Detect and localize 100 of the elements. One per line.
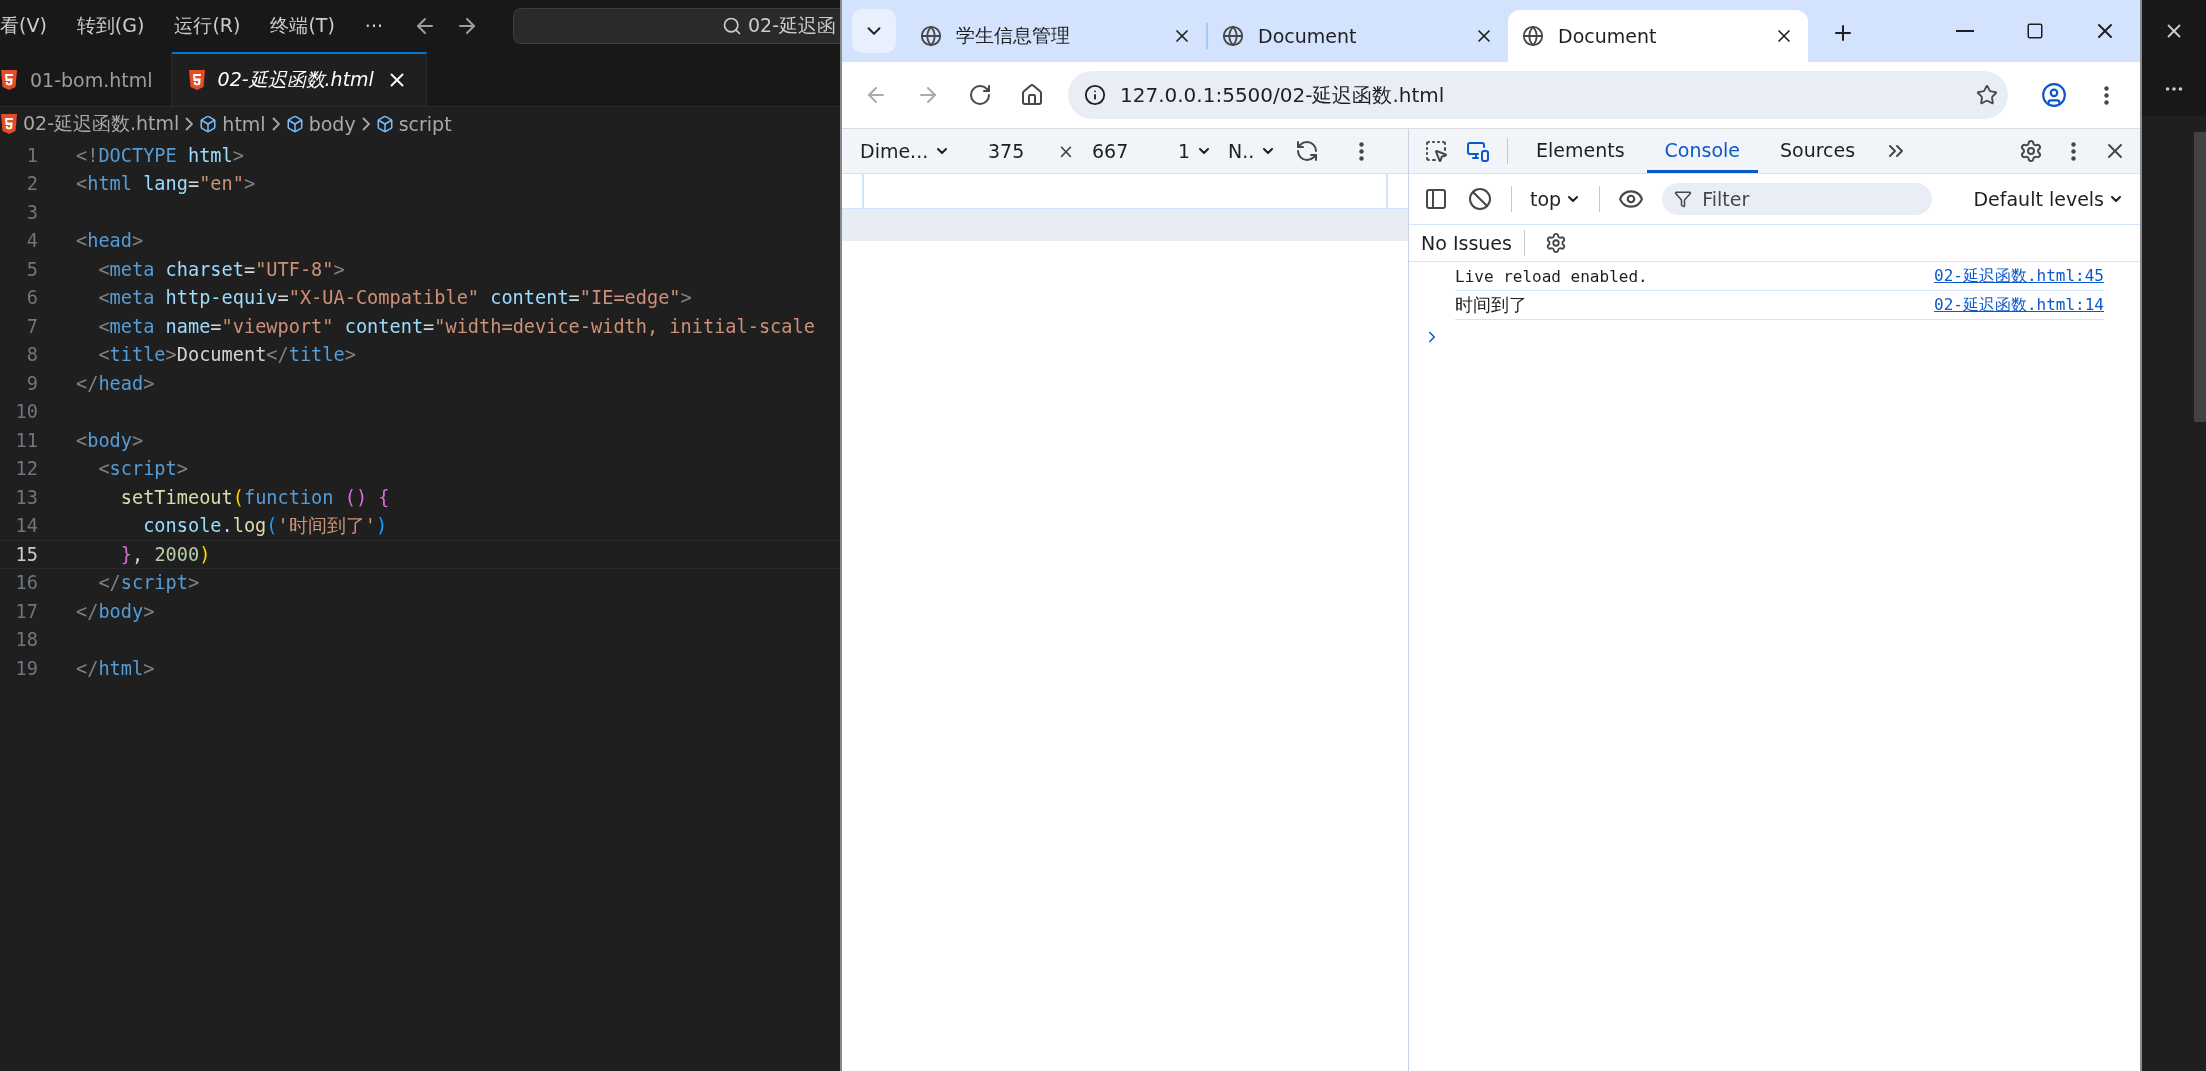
profile-icon	[2041, 82, 2067, 108]
browser-tab[interactable]: 学生信息管理	[906, 10, 1206, 62]
code-line: setTimeout(function () {	[119, 486, 390, 508]
menu-icon	[2103, 85, 2109, 105]
code-line: console.log('时间到了')	[142, 513, 388, 538]
chevron-icon	[361, 117, 370, 131]
line-number: 14	[14, 515, 38, 537]
rotate-icon	[1295, 139, 1319, 163]
line-number: 7	[25, 315, 38, 337]
line-number: 5	[25, 258, 38, 280]
breadcrumb-item[interactable]: script	[375, 113, 452, 135]
chevron-icon	[185, 117, 194, 131]
code-line: <html lang="en">	[76, 173, 256, 195]
levels-label: Default levels	[1973, 188, 2104, 210]
editor-tab[interactable]: 01-bom.html	[0, 52, 172, 106]
info-icon[interactable]	[1084, 84, 1106, 106]
search-icon	[721, 16, 742, 36]
browser-tab[interactable]: Document	[1508, 10, 1808, 62]
more-options-icon	[2070, 141, 2076, 161]
maximize-icon	[2026, 22, 2044, 40]
breadcrumb-item[interactable]: body	[285, 113, 356, 135]
globe-icon	[1522, 25, 1544, 47]
html5-icon	[187, 70, 206, 90]
settings-icon	[2019, 139, 2043, 163]
code-line: </html>	[76, 657, 155, 679]
line-number: 1	[25, 144, 38, 166]
devtools-tab[interactable]: Sources	[1762, 129, 1874, 173]
menu-item[interactable]: 转到(G)	[76, 13, 145, 39]
star-icon[interactable]	[1976, 84, 1998, 106]
code-line: <script>	[97, 458, 188, 480]
issues-label: No Issues	[1421, 232, 1512, 254]
source-link[interactable]: 02-延迟函数.html:14	[1934, 294, 2104, 316]
code-line: <body>	[76, 429, 144, 451]
code-line: <title>Document</title>	[97, 344, 356, 366]
cube-icon	[285, 115, 304, 133]
context-label: top	[1530, 188, 1562, 210]
times-sign: ×	[1058, 140, 1075, 162]
menu-item[interactable]: 终端(T)	[270, 13, 335, 39]
more-options-icon	[1358, 141, 1364, 161]
breadcrumb-item[interactable]: 02-延迟函数.html	[0, 111, 180, 137]
code-line: </script>	[97, 572, 200, 594]
code-line: <!DOCTYPE html>	[76, 144, 244, 166]
command-center-search[interactable]: 02-延迟函	[513, 8, 840, 44]
globe-icon	[920, 25, 942, 47]
zoom-select[interactable]: 1	[1178, 140, 1228, 162]
line-number: 9	[25, 372, 38, 394]
inspect-icon	[1424, 139, 1448, 163]
line-number: 6	[25, 287, 38, 309]
line-number: 19	[14, 657, 38, 679]
code-line: }, 2000)	[119, 543, 211, 565]
devices-icon	[1466, 139, 1490, 163]
throttle-select[interactable]: N..	[1228, 140, 1288, 162]
address-bar[interactable]: 127.0.0.1:5500/02-延迟函数.html	[1068, 71, 2008, 119]
reload-icon	[968, 83, 992, 107]
device-select[interactable]: Dime...	[860, 140, 988, 162]
code-line: </body>	[76, 600, 155, 622]
menu-item[interactable]: 运行(R)	[174, 13, 241, 39]
devtools-tab[interactable]: Elements	[1518, 129, 1643, 173]
line-number: 16	[14, 572, 38, 594]
html5-icon	[0, 114, 18, 134]
html5-icon	[0, 70, 18, 90]
home-icon	[1020, 83, 1044, 107]
menu-item[interactable]: ···	[364, 15, 383, 37]
browser-tab[interactable]: Document	[1208, 10, 1508, 62]
code-line: <meta name="viewport" content="width=device-width, initial-scale	[97, 315, 815, 337]
scrollbar[interactable]	[2194, 132, 2206, 422]
filter-icon	[1674, 190, 1693, 208]
devtools-tab[interactable]: Console	[1646, 129, 1758, 173]
settings-icon	[1544, 232, 1567, 254]
clear-icon	[1468, 187, 1492, 211]
levels-select[interactable]: Default levels	[1967, 187, 2130, 211]
source-link[interactable]: 02-延迟函数.html:45	[1934, 265, 2104, 287]
line-number: 4	[25, 230, 38, 252]
width-value[interactable]: 375	[988, 140, 1058, 162]
line-number: 8	[25, 344, 38, 366]
code-line: <meta charset="UTF-8">	[97, 258, 345, 280]
line-number: 12	[14, 458, 38, 480]
menu-item[interactable]: 看(V)	[0, 13, 47, 39]
line-number: 3	[25, 201, 38, 223]
height-value[interactable]: 667	[1092, 140, 1178, 162]
line-number: 10	[14, 401, 38, 423]
console-message: 时间到了	[1455, 293, 1528, 317]
filter-field[interactable]: Filter	[1662, 183, 1933, 215]
line-number: 13	[14, 486, 38, 508]
line-number: 2	[25, 173, 38, 195]
console-message: Live reload enabled.	[1455, 266, 1649, 286]
code-line: </head>	[76, 372, 155, 394]
minimize-icon	[1956, 30, 1974, 32]
line-number: 15	[14, 543, 38, 565]
code-line: <meta http-equiv="X-UA-Compatible" content="IE=edge">	[97, 287, 692, 309]
breadcrumb-item[interactable]: html	[199, 113, 266, 135]
cube-icon	[375, 115, 394, 133]
code-line: <head>	[76, 230, 144, 252]
globe-icon	[1222, 25, 1244, 47]
line-number: 17	[14, 600, 38, 622]
editor-tab[interactable]: 02-延迟函数.html	[171, 52, 427, 106]
cube-icon	[199, 115, 218, 133]
sidebar-icon	[1424, 187, 1448, 211]
context-select[interactable]: top	[1524, 187, 1588, 211]
line-number: 18	[14, 629, 38, 651]
